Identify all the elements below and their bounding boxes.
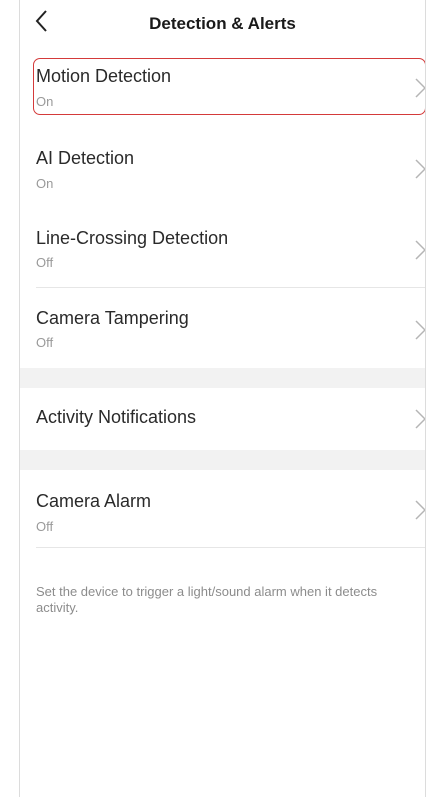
section-separator [20, 450, 425, 470]
row-divider [36, 547, 425, 548]
chevron-right-icon [415, 240, 425, 260]
motion-detection-highlight [33, 58, 425, 115]
chevron-right-icon [415, 500, 425, 520]
camera-tampering-label: Camera Tampering [36, 308, 189, 328]
camera-alarm-row[interactable]: Camera Alarm Off [20, 470, 425, 546]
nav-header: Detection & Alerts [20, 0, 425, 50]
camera-tampering-value: Off [36, 335, 54, 350]
ai-detection-row[interactable]: AI Detection On [20, 142, 425, 200]
ai-detection-value: On [36, 176, 54, 191]
camera-tampering-row[interactable]: Camera Tampering Off [20, 300, 425, 366]
page-title: Detection & Alerts [149, 14, 296, 33]
line-crossing-value: Off [36, 255, 54, 270]
activity-notifications-label: Activity Notifications [36, 407, 197, 427]
row-divider [36, 287, 425, 288]
section-separator [20, 368, 425, 388]
camera-alarm-value: Off [36, 519, 54, 534]
line-crossing-label: Line-Crossing Detection [36, 228, 229, 248]
activity-notifications-row[interactable]: Activity Notifications [20, 388, 425, 450]
chevron-right-icon [415, 409, 425, 429]
line-crossing-row[interactable]: Line-Crossing Detection Off [20, 222, 425, 286]
chevron-right-icon [415, 320, 425, 340]
chevron-right-icon [415, 159, 425, 179]
camera-alarm-label: Camera Alarm [36, 491, 152, 511]
ai-detection-label: AI Detection [36, 148, 135, 168]
camera-alarm-description: Set the device to trigger a light/sound … [36, 584, 378, 615]
settings-screen: Detection & Alerts Motion Detection On A… [19, 0, 426, 797]
